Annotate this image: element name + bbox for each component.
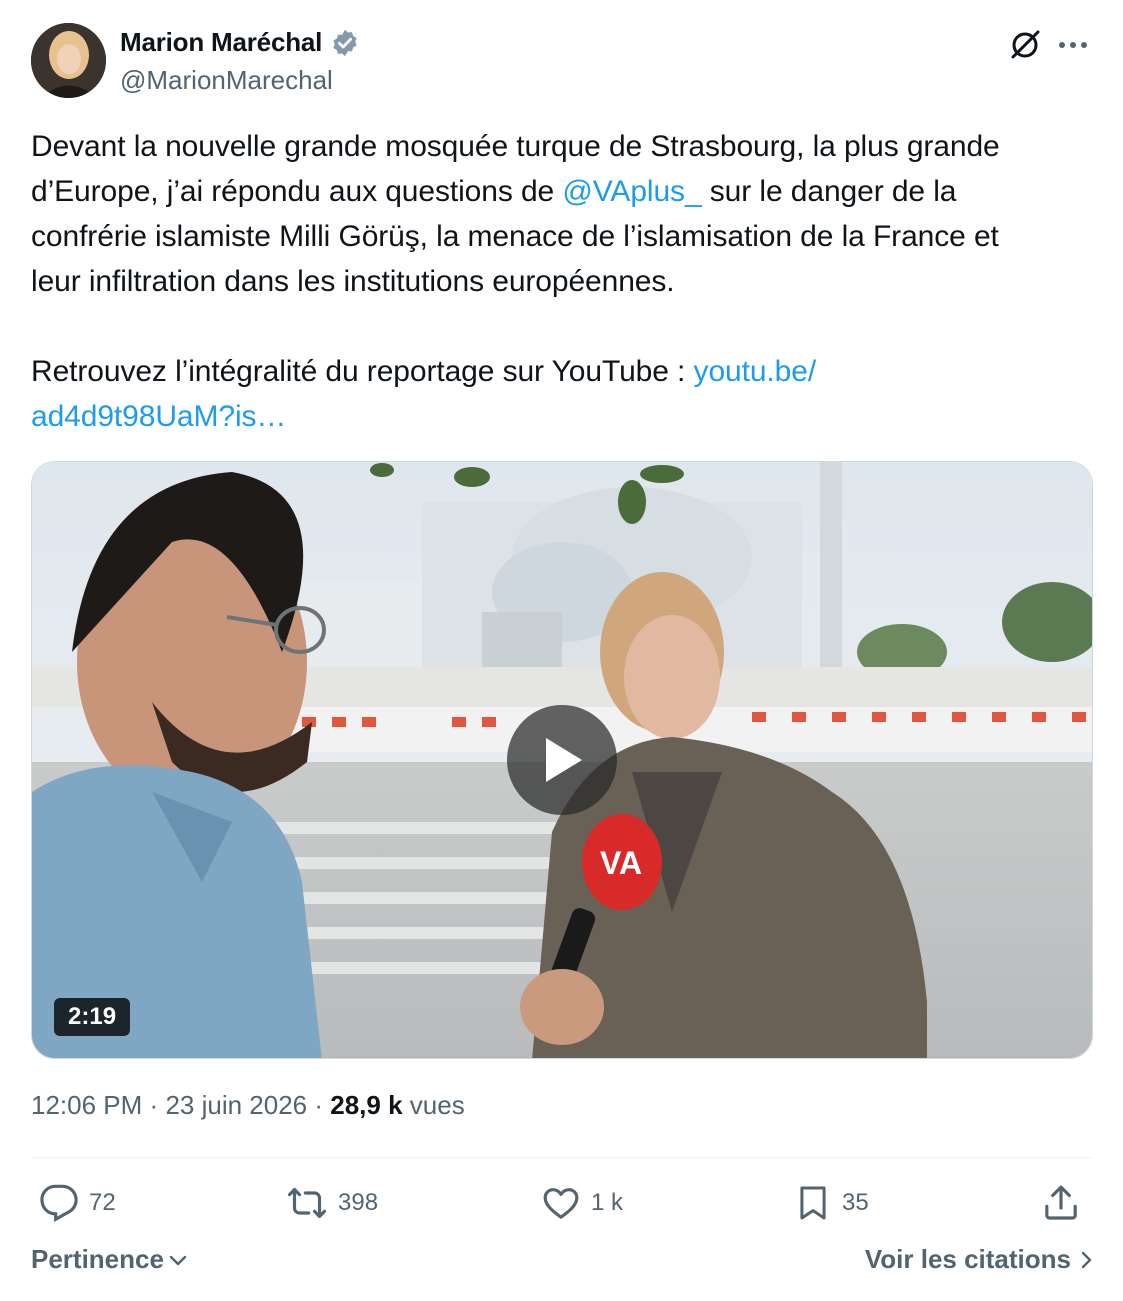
reply-count: 72 bbox=[89, 1189, 116, 1216]
youtube-link[interactable]: youtu.be/ bbox=[694, 355, 817, 388]
avatar[interactable] bbox=[31, 23, 106, 98]
youtube-link-continued[interactable]: ad4d9t98UaM?is… bbox=[31, 400, 286, 433]
repost-button[interactable]: 398 bbox=[286, 1178, 378, 1228]
tweet-text-segment: Retrouvez l’intégralité du reportage sur… bbox=[31, 355, 694, 388]
sort-dropdown[interactable]: Pertinence bbox=[31, 1244, 188, 1275]
view-quotes-label: Voir les citations bbox=[864, 1244, 1071, 1274]
views-count: 28,9 k bbox=[330, 1090, 403, 1120]
meta-separator: · bbox=[149, 1090, 159, 1120]
grok-icon[interactable] bbox=[1005, 25, 1045, 65]
share-icon bbox=[1045, 1185, 1077, 1220]
tweet-meta: 12:06 PM · 23 juin 2026 · 28,9 k vues bbox=[31, 1090, 465, 1121]
tweet-actions: 72 398 1 k 35 bbox=[31, 1178, 1093, 1228]
bookmark-count: 35 bbox=[842, 1189, 869, 1216]
chevron-down-icon bbox=[169, 1255, 187, 1265]
tweet-date[interactable]: 23 juin 2026 bbox=[165, 1090, 307, 1120]
tweet-text-segment: d’Europe, j’ai répondu aux questions de bbox=[31, 175, 563, 208]
tweet-header: Marion Maréchal @MarionMarechal bbox=[31, 23, 1093, 99]
share-button[interactable] bbox=[1041, 1178, 1081, 1228]
like-button[interactable]: 1 k bbox=[541, 1178, 623, 1228]
repost-icon bbox=[287, 1187, 327, 1219]
heart-icon bbox=[543, 1188, 579, 1219]
meta-separator: · bbox=[314, 1090, 324, 1120]
tweet-text-segment: Devant la nouvelle grande mosquée turque… bbox=[31, 130, 1000, 163]
views-label: vues bbox=[409, 1090, 465, 1120]
tweet-text-line: Devant la nouvelle grande mosquée turque… bbox=[31, 124, 1101, 169]
reply-icon bbox=[40, 1184, 78, 1222]
view-quotes-link[interactable]: Voir les citations bbox=[865, 1244, 1093, 1275]
bookmark-button[interactable]: 35 bbox=[794, 1178, 869, 1228]
tweet-time[interactable]: 12:06 PM bbox=[31, 1090, 142, 1120]
mention-link[interactable]: @VAplus_ bbox=[562, 175, 701, 208]
tweet-text-line: Retrouvez l’intégralité du reportage sur… bbox=[31, 349, 1101, 394]
chevron-right-icon bbox=[1081, 1251, 1092, 1268]
tweet-text-line: ad4d9t98UaM?is… bbox=[31, 394, 1101, 439]
play-button[interactable] bbox=[507, 705, 617, 815]
tweet-text-line: d’Europe, j’ai répondu aux questions de … bbox=[31, 169, 1101, 214]
tweet-text-line: leur infiltration dans les institutions … bbox=[31, 259, 1101, 304]
mic-logo: VA bbox=[600, 845, 642, 881]
author-name-row: Marion Maréchal bbox=[120, 27, 360, 58]
divider bbox=[31, 1157, 1093, 1158]
tweet-text-segment: leur infiltration dans les institutions … bbox=[31, 265, 675, 298]
bookmark-icon bbox=[800, 1186, 826, 1220]
video-duration: 2:19 bbox=[54, 998, 131, 1036]
play-icon bbox=[546, 738, 582, 782]
tweet-text-segment: confrérie islamiste Milli Görüş, la mena… bbox=[31, 220, 999, 253]
verified-badge-icon[interactable] bbox=[330, 28, 360, 58]
tweet-text-segment: sur le danger de la bbox=[701, 175, 957, 208]
tweet-text: Devant la nouvelle grande mosquée turque… bbox=[31, 124, 1101, 439]
reply-button[interactable]: 72 bbox=[39, 1178, 116, 1228]
sort-label: Pertinence bbox=[31, 1244, 164, 1274]
author-handle[interactable]: @MarionMarechal bbox=[120, 65, 333, 96]
author-display-name[interactable]: Marion Maréchal bbox=[120, 27, 322, 58]
video-player[interactable]: VA 2:19 bbox=[31, 461, 1093, 1059]
tweet-text-line: confrérie islamiste Milli Görüş, la mena… bbox=[31, 214, 1101, 259]
like-count: 1 k bbox=[591, 1189, 624, 1216]
more-icon[interactable] bbox=[1053, 25, 1093, 65]
repost-count: 398 bbox=[338, 1189, 379, 1216]
